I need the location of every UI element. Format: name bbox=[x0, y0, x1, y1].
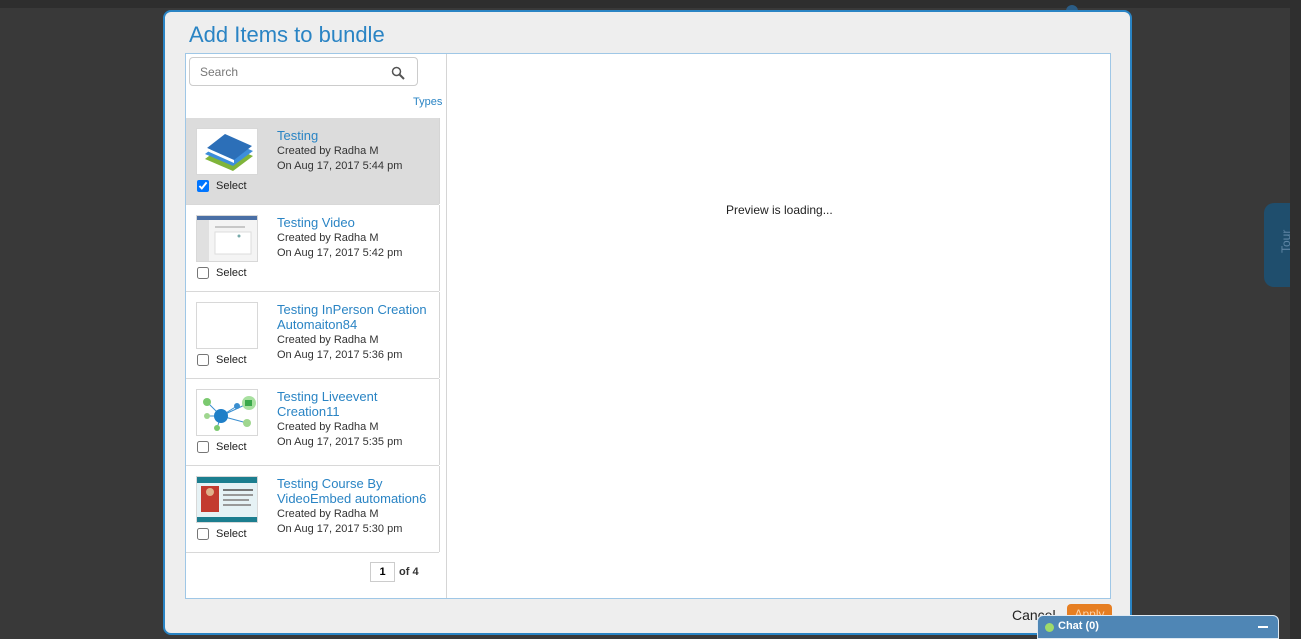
select-checkbox[interactable] bbox=[197, 267, 209, 279]
page-number-input[interactable] bbox=[370, 562, 395, 582]
list-divider bbox=[439, 379, 440, 465]
video-screenshot bbox=[197, 216, 257, 261]
item-title[interactable]: Testing bbox=[277, 128, 437, 143]
item-thumbnail bbox=[196, 476, 258, 523]
item-thumbnail bbox=[196, 128, 258, 175]
list-item[interactable]: Select Testing Video Created by Radha M … bbox=[186, 205, 440, 292]
list-divider bbox=[439, 205, 440, 291]
item-list-panel: Types Select bbox=[186, 54, 447, 598]
select-checkbox[interactable] bbox=[197, 180, 209, 192]
list-divider bbox=[439, 466, 440, 552]
item-creator: Created by Radha M bbox=[277, 508, 379, 520]
item-title[interactable]: Testing Video bbox=[277, 215, 437, 230]
item-creator: Created by Radha M bbox=[277, 421, 379, 433]
item-list: Select Testing Created by Radha M On Aug… bbox=[186, 118, 446, 554]
minimize-icon[interactable] bbox=[1256, 619, 1270, 633]
item-date: On Aug 17, 2017 5:44 pm bbox=[277, 160, 403, 172]
item-date: On Aug 17, 2017 5:36 pm bbox=[277, 349, 403, 361]
item-creator: Created by Radha M bbox=[277, 334, 379, 346]
list-item[interactable]: Select Testing Liveevent Creation11 Crea… bbox=[186, 379, 440, 466]
search-input[interactable] bbox=[200, 63, 380, 81]
dialog-title: Add Items to bundle bbox=[189, 22, 385, 47]
list-divider bbox=[439, 118, 440, 204]
online-status-icon bbox=[1045, 623, 1054, 632]
item-date: On Aug 17, 2017 5:42 pm bbox=[277, 247, 403, 259]
search-icon[interactable] bbox=[391, 66, 405, 80]
item-creator: Created by Radha M bbox=[277, 232, 379, 244]
item-title[interactable]: Testing InPerson Creation Automaiton84 bbox=[277, 302, 437, 332]
item-thumbnail bbox=[196, 389, 258, 436]
chat-label: Chat (0) bbox=[1058, 620, 1099, 632]
select-label: Select bbox=[216, 267, 247, 279]
chat-widget[interactable]: Chat (0) bbox=[1037, 615, 1279, 639]
select-option[interactable]: Select bbox=[197, 179, 247, 193]
books-icon bbox=[205, 134, 253, 171]
item-date: On Aug 17, 2017 5:35 pm bbox=[277, 436, 403, 448]
item-title[interactable]: Testing Course By VideoEmbed automation6 bbox=[277, 476, 437, 506]
pagination: of 4 bbox=[370, 562, 419, 582]
page-scrollbar[interactable] bbox=[1290, 0, 1301, 639]
item-date: On Aug 17, 2017 5:30 pm bbox=[277, 523, 403, 535]
select-label: Select bbox=[216, 354, 247, 366]
select-label: Select bbox=[216, 441, 247, 453]
select-option[interactable]: Select bbox=[197, 440, 247, 454]
select-option[interactable]: Select bbox=[197, 353, 247, 367]
select-option[interactable]: Select bbox=[197, 266, 247, 280]
select-checkbox[interactable] bbox=[197, 528, 209, 540]
select-checkbox[interactable] bbox=[197, 441, 209, 453]
course-slide bbox=[197, 477, 257, 522]
search-box[interactable] bbox=[189, 57, 418, 86]
item-thumbnail bbox=[196, 215, 258, 262]
select-label: Select bbox=[216, 180, 247, 192]
preview-status: Preview is loading... bbox=[726, 203, 833, 217]
network-icon bbox=[203, 396, 256, 431]
select-label: Select bbox=[216, 528, 247, 540]
list-item[interactable]: Select Testing Created by Radha M On Aug… bbox=[186, 118, 440, 205]
types-filter-link[interactable]: Types bbox=[413, 96, 442, 108]
backdrop-top-strip bbox=[0, 0, 1301, 8]
select-option[interactable]: Select bbox=[197, 527, 247, 541]
list-item[interactable]: Select Testing InPerson Creation Automai… bbox=[186, 292, 440, 379]
list-item[interactable]: Select Testing Course By VideoEmbed auto… bbox=[186, 466, 440, 553]
dialog-content: Types Select bbox=[185, 53, 1111, 599]
select-checkbox[interactable] bbox=[197, 354, 209, 366]
page-count: of 4 bbox=[399, 566, 419, 578]
list-divider bbox=[439, 292, 440, 378]
item-thumbnail bbox=[196, 302, 258, 349]
item-title[interactable]: Testing Liveevent Creation11 bbox=[277, 389, 437, 419]
item-creator: Created by Radha M bbox=[277, 145, 379, 157]
add-items-dialog: Add Items to bundle Types bbox=[163, 10, 1132, 635]
